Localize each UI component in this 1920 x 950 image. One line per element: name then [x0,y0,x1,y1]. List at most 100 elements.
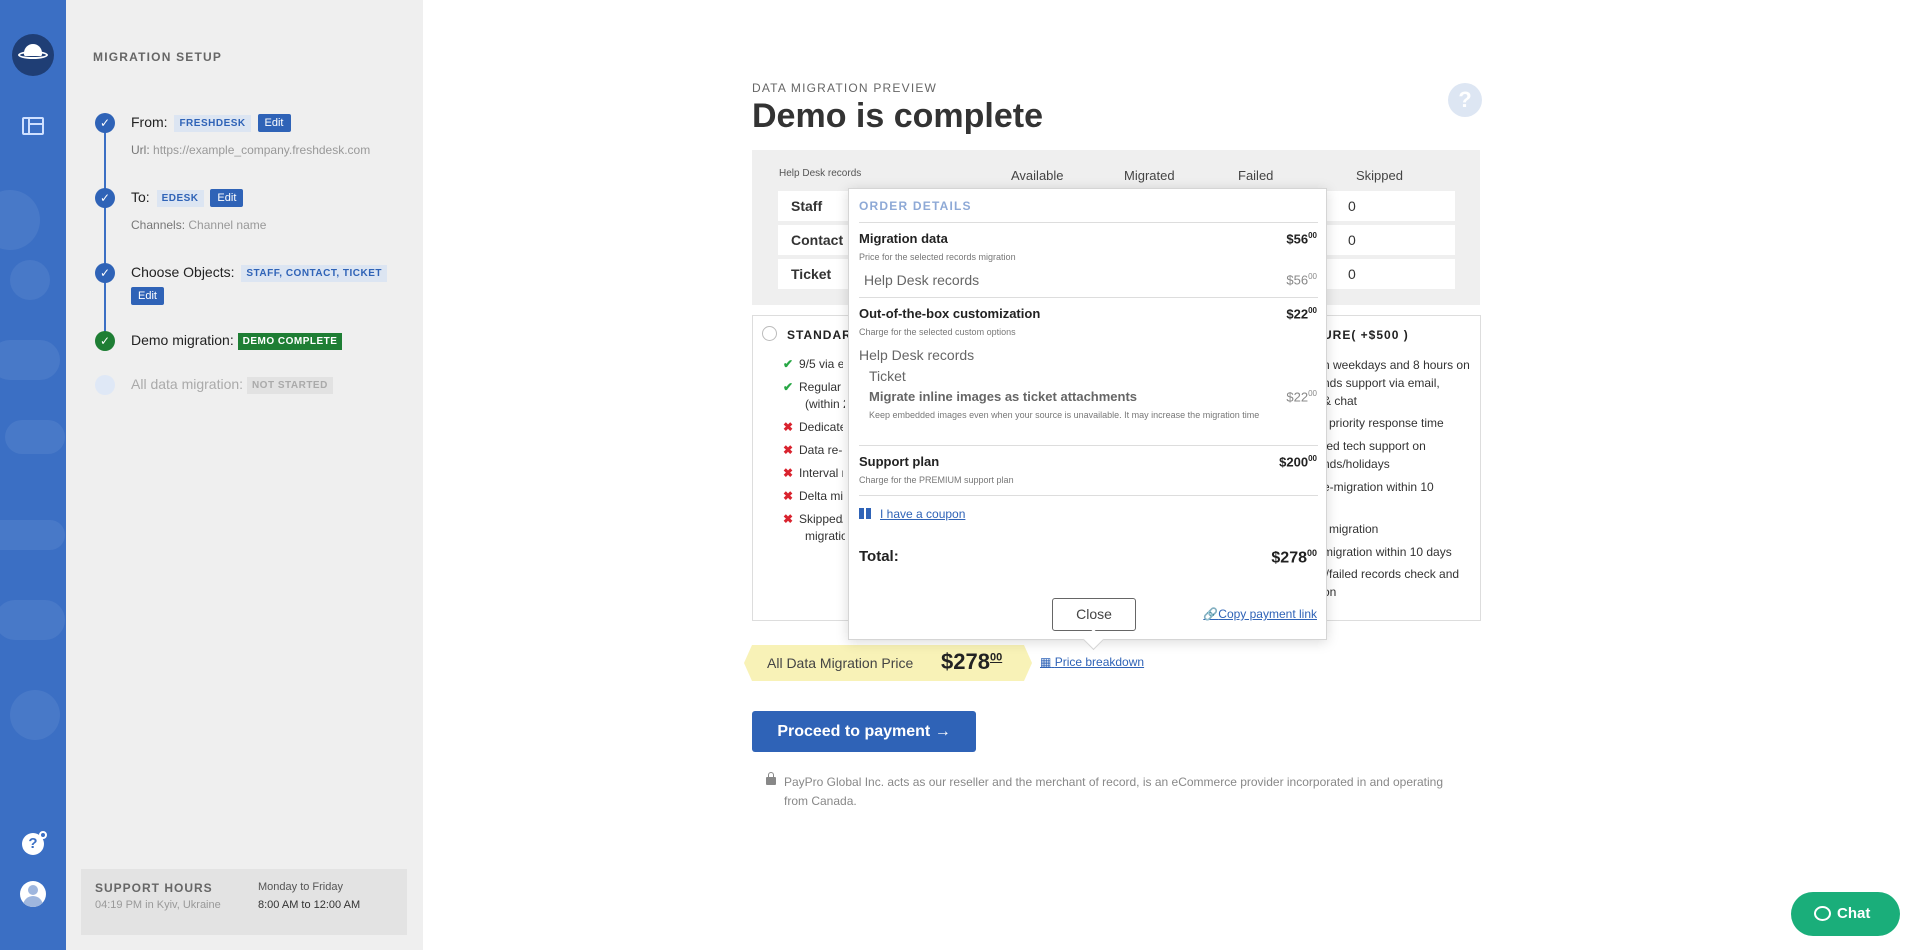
lock-icon [766,772,776,785]
plan-feature: ✖ Skipped/ [783,512,843,526]
objects-tag: STAFF, CONTACT, TICKET [241,265,388,282]
migration-data-price: $5600 [1286,231,1317,247]
step-label: Choose Objects: [131,264,235,280]
layout-icon[interactable] [22,117,44,135]
column-header: Migrated [1124,168,1175,183]
copy-payment-link[interactable]: 🔗Copy payment link [1203,607,1317,621]
price-breakdown-link[interactable]: ▦ Price breakdown [1040,655,1144,669]
plan-feature: ✔Regular S [783,380,843,394]
customization-price: $2200 [1286,306,1317,322]
plan-feature: on [1323,585,1337,599]
custom-option-desc: Keep embedded images even when your sour… [869,410,1260,420]
brand-logo-icon[interactable] [12,34,54,76]
plan-name: STANDAR [787,328,852,342]
plan-feature: l migration [1323,522,1379,536]
user-avatar-icon[interactable] [20,881,46,907]
proceed-to-payment-button[interactable]: Proceed to payment → [752,711,976,752]
chat-bubble-icon [1814,906,1831,921]
plan-name: URE( +$500 ) [1323,328,1409,342]
step-label: From: [131,114,168,130]
legal-notice: PayPro Global Inc. acts as our reseller … [766,772,1466,811]
migration-item-price: $5600 [1286,272,1317,288]
plan-radio[interactable] [762,326,777,341]
edit-objects-button[interactable]: Edit [131,287,164,305]
divider [859,222,1318,223]
check-icon: ✓ [95,331,115,351]
help-circle-icon[interactable]: ? [1448,83,1482,117]
plan-feature: ✖ Data re- [783,443,843,457]
popup-title: ORDER DETAILS [859,199,972,213]
channel-name: Channel name [188,218,267,232]
source-url: https://example_company.freshdesk.com [153,143,371,157]
migration-item: Help Desk records [864,272,980,288]
plan-feature: l priority response time [1323,416,1444,430]
channels-label: Channels: [131,218,186,232]
plan-feature: ✖Delta mig [783,489,843,503]
price-label: All Data Migration Price [767,655,914,671]
support-title: SUPPORT HOURS [95,881,213,895]
source-tag: FRESHDESK [174,115,251,132]
plan-feature: e-migration within 10 [1323,480,1434,494]
total-amount: $27800 [1271,548,1317,567]
support-hours-range: 8:00 AM to 12:00 AM [258,899,361,911]
link-icon: 🔗 [1203,607,1219,621]
plan-feature: nds support via email, [1323,376,1440,390]
steps-connector [104,125,106,340]
support-days: Monday to Friday [258,881,343,893]
close-button[interactable]: Close [1052,598,1136,631]
support-plan-price: $20000 [1279,454,1317,470]
edit-target-button[interactable]: Edit [210,189,244,207]
divider [859,495,1318,496]
total-label: Total: [859,548,899,565]
target-tag: EDESK [156,190,204,207]
plan-feature: ✖ Dedicate [783,420,843,434]
cross-icon: ✖ [783,489,794,503]
migration-sidebar: MIGRATION SETUP ✓ From: FRESHDESK Edit U… [66,0,423,950]
support-local-time: 04:19 PM in Kyiv, Ukraine [95,899,221,911]
help-icon[interactable]: ? [22,831,47,855]
column-header: Available [1011,168,1064,183]
plan-feature-cont: migration [805,529,845,543]
divider [859,445,1318,446]
price-amount: $27800 [941,649,1003,674]
step-label: All data migration: [131,376,244,392]
plan-feature: migration within 10 days [1323,545,1452,559]
migration-data-desc: Price for the selected records migration [859,252,1016,262]
demo-status-badge: DEMO COMPLETE [237,333,343,350]
divider [859,297,1318,298]
cross-icon: ✖ [783,420,794,434]
custom-group: Help Desk records [859,347,975,363]
support-plan-title: Support plan [859,454,940,469]
coupon-link[interactable]: I have a coupon [859,507,965,521]
url-label: Url: [131,143,150,157]
page-eyebrow: DATA MIGRATION PREVIEW [752,81,938,95]
cross-icon: ✖ [783,466,794,480]
plan-feature-cont: (within 2 [805,397,845,411]
plan-feature: nds/holidays [1323,457,1390,471]
step-label: Demo migration: [131,332,234,348]
check-icon: ✓ [95,188,115,208]
custom-option: Migrate inline images as ticket attachme… [869,389,1138,404]
migration-data-title: Migration data [859,231,948,246]
customization-desc: Charge for the selected custom options [859,327,1016,337]
plan-feature: & chat [1323,394,1358,408]
step-label: To: [131,189,150,205]
customization-title: Out-of-the-box customization [859,306,1041,321]
custom-option-price: $2200 [1286,389,1317,405]
records-group-label: Help Desk records [779,168,862,179]
plan-feature: ✔ 9/5 via e [783,357,843,371]
chat-button[interactable]: Chat [1791,892,1900,936]
column-header: Skipped [1356,168,1403,183]
order-details-popup: ORDER DETAILS Migration data $5600 Price… [848,188,1327,640]
table-icon: ▦ [1040,655,1052,669]
check-icon: ✓ [95,263,115,283]
page-title: Demo is complete [752,97,1043,135]
plan-feature: l/failed records check and [1323,567,1460,581]
check-icon: ✓ [95,113,115,133]
check-icon: ✔ [783,380,794,394]
plan-feature: ted tech support on [1323,439,1426,453]
custom-object: Ticket [869,368,906,384]
cross-icon: ✖ [783,443,794,457]
cross-icon: ✖ [783,512,794,526]
edit-source-button[interactable]: Edit [257,114,291,132]
